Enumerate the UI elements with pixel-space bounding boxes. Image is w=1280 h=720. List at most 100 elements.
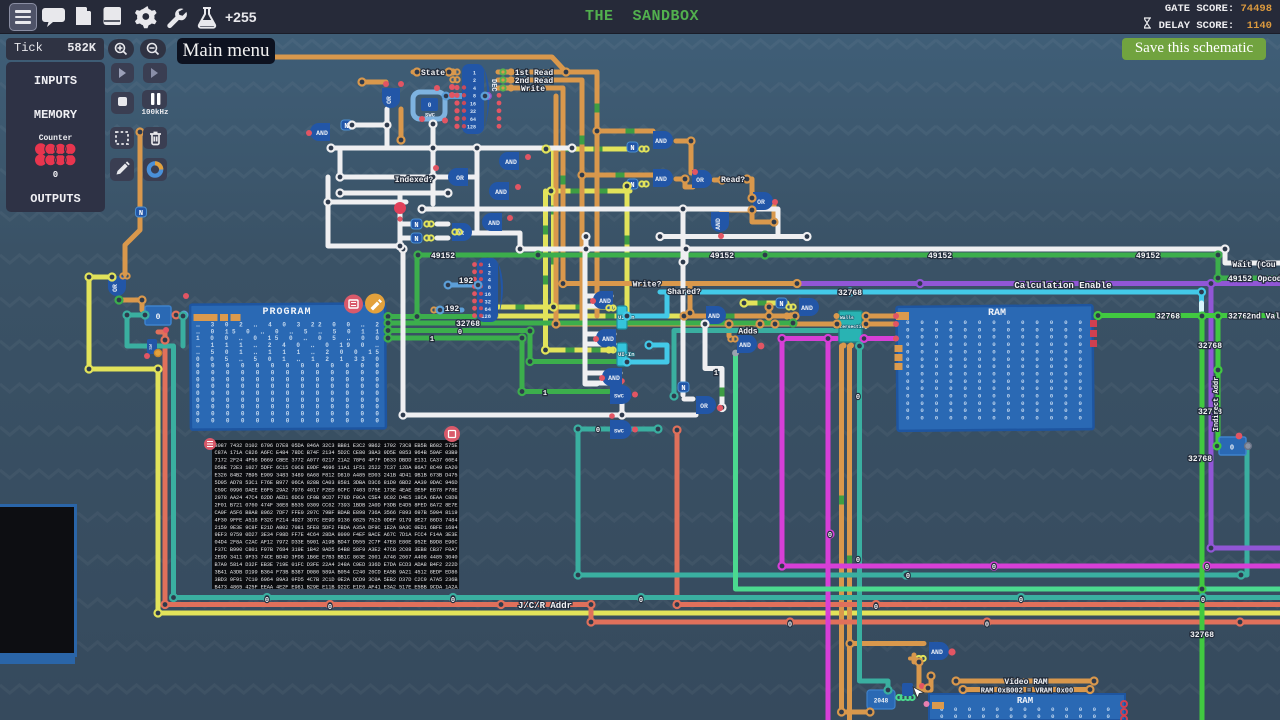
svg-text:Read?: Read?: [721, 176, 745, 185]
svg-text:Shared?: Shared?: [667, 288, 701, 297]
svg-text:192: 192: [445, 305, 460, 314]
svg-text:AND: AND: [488, 220, 500, 227]
svg-text:OR: OR: [696, 177, 704, 184]
svg-text:OR: OR: [700, 403, 708, 410]
svg-text:0: 0: [874, 604, 878, 612]
svg-text:16: 16: [485, 292, 491, 298]
svg-text:1: 1: [473, 70, 476, 76]
svg-text:AND: AND: [708, 313, 720, 320]
svg-text:2: 2: [473, 78, 476, 84]
svg-text:49152: 49152: [928, 252, 952, 261]
svg-text:1: 1: [488, 263, 491, 269]
svg-text:C59C 0996 DAEE E6F5 29A2 7976: C59C 0996 DAEE E6F5 29A2 7976 4017 F2ED …: [215, 488, 458, 494]
svg-text:OR: OR: [757, 199, 765, 206]
svg-text:OR: OR: [112, 284, 119, 292]
svg-text:8: 8: [473, 94, 476, 100]
svg-text:49152: 49152: [431, 252, 455, 261]
svg-text:8: 8: [488, 285, 491, 291]
svg-text:AND: AND: [739, 342, 751, 349]
svg-text:Opcode: Opcode: [1258, 275, 1280, 284]
svg-text:OR: OR: [386, 96, 393, 104]
svg-text:32768: 32768: [1198, 342, 1222, 351]
svg-text:RAM: RAM: [1017, 696, 1033, 706]
svg-text:N: N: [139, 210, 143, 218]
svg-text:Indirect Addr: Indirect Addr: [1213, 377, 1221, 432]
svg-text:AND: AND: [505, 159, 517, 166]
svg-text:0: 0: [828, 532, 832, 540]
svg-text:Write: Write: [521, 85, 545, 94]
svg-text:2978 AA24 47C4 62DD AED1 6DC0: 2978 AA24 47C4 62DD AED1 6DC0 CF0B 9CD7 …: [215, 495, 458, 501]
svg-text:Write?: Write?: [633, 281, 662, 290]
svg-text:E326 84B2 7B95 E909 3483 3489: E326 84B2 7B95 E909 3483 3489 6A68 F812 …: [215, 473, 458, 479]
svg-text:32768: 32768: [1156, 313, 1180, 322]
svg-text:AND: AND: [608, 375, 620, 382]
svg-text:AND: AND: [599, 298, 611, 305]
svg-text:State: State: [421, 69, 445, 78]
svg-text:2F01 B721 0760 474F 36E8 B535: 2F01 B721 0760 474F 36E8 B535 9309 CC62 …: [215, 502, 458, 508]
svg-text:0: 0: [992, 564, 996, 572]
svg-text:49152: 49152: [1136, 252, 1160, 261]
svg-text:1: 1: [543, 390, 547, 398]
svg-text:0: 0: [1230, 445, 1234, 453]
svg-text:0: 0: [985, 622, 989, 630]
svg-text:C87A 171A C826 A6FC E484 78DC: C87A 171A C826 A6FC E484 78DC B74F 2134 …: [215, 450, 458, 456]
svg-text:AND: AND: [316, 130, 328, 137]
svg-text:0: 0: [639, 597, 643, 605]
svg-text:B7A0 5814 D32F EB3E 719E 01FC: B7A0 5814 D32F EB3E 719E 01FC D3FE 22A4 …: [215, 562, 458, 568]
svg-text:AND: AND: [801, 305, 813, 312]
svg-text:Indexed?: Indexed?: [395, 176, 434, 185]
svg-text:0: 0: [265, 597, 269, 605]
svg-text:B473 4865 425F EEAA 4E2F E981: B473 4865 425F EEAA 4E2F E981 B29E E11B …: [215, 584, 459, 590]
svg-text:4F30 9FFE A518 F32C F214 4927: 4F30 9FFE A518 F32C F214 4927 3D7C EE9D …: [215, 517, 458, 523]
svg-text:16: 16: [470, 101, 476, 107]
svg-text:0: 0: [451, 597, 455, 605]
svg-text:0: 0: [788, 622, 792, 630]
svg-text:SWC: SWC: [614, 428, 625, 435]
svg-text:49152: 49152: [710, 252, 734, 261]
svg-text:Adds: Adds: [738, 328, 757, 337]
svg-text:0: 0: [458, 329, 462, 337]
svg-text:0: 0: [596, 427, 600, 435]
svg-text:UI-In: UI-In: [618, 351, 635, 358]
svg-text:0: 0: [1201, 597, 1205, 605]
svg-text:SWC: SWC: [614, 393, 625, 400]
svg-text:0: 0: [856, 394, 860, 402]
svg-text:192: 192: [459, 277, 474, 286]
svg-text:N: N: [630, 145, 634, 153]
svg-text:RAM 0xB002 = VRAM 0x00: RAM 0xB002 = VRAM 0x00: [981, 688, 1073, 696]
svg-text:N: N: [414, 236, 418, 244]
svg-text:128: 128: [467, 125, 476, 131]
svg-text:32768: 32768: [1188, 455, 1212, 464]
svg-text:3087 7432 D102 6706 D7E8 05DA: 3087 7432 D102 6706 D7E8 05DA 846A 32C3 …: [215, 443, 458, 449]
svg-text:AND: AND: [715, 218, 722, 230]
svg-text:9EF3 0759 0D27 3E34 F98D FF7E: 9EF3 0759 0D27 3E34 F98D FF7E 4C64 28DA …: [215, 532, 458, 538]
svg-text:3B41 A3DB D199 B364 F73B B387: 3B41 A3DB D199 B364 F73B B387 D080 589A …: [215, 570, 458, 576]
svg-text:0: 0: [856, 557, 860, 565]
svg-text:5D05 AD78 53C1 F76E B977 06CA: 5D05 AD78 53C1 F76E B977 06CA 828B CA03 …: [215, 480, 458, 486]
svg-text:04D4 2F8A C2AC AF12 7972 D33E: 04D4 2F8A C2AC AF12 7972 D33E 5901 A19B …: [215, 540, 458, 546]
svg-text:3BD3 9F91 7C10 6964 89A3 0FD5: 3BD3 9F91 7C10 6964 89A3 0FD5 4C7B 2C1D …: [215, 577, 458, 583]
svg-text:2nd Value: 2nd Value: [1246, 313, 1280, 322]
svg-text:1: 1: [714, 370, 718, 378]
svg-text:0: 0: [428, 102, 432, 109]
svg-text:+255: +255: [225, 9, 257, 25]
svg-text:Video RAM: Video RAM: [1004, 678, 1047, 687]
svg-text:N: N: [681, 385, 685, 393]
svg-text:64: 64: [485, 307, 492, 313]
svg-text:Walls: Walls: [840, 315, 854, 321]
svg-text:32: 32: [470, 109, 476, 115]
svg-text:7172 2F24 4F58 D669 CBEE 3772: 7172 2F24 4F58 D669 CBEE 3772 A077 0217 …: [215, 458, 458, 464]
svg-text:0: 0: [1205, 564, 1209, 572]
svg-text:2: 2: [488, 270, 491, 276]
svg-text:32768: 32768: [838, 289, 862, 298]
svg-text:N: N: [414, 222, 418, 230]
svg-text:SWC: SWC: [425, 112, 436, 119]
svg-text:PROGRAM: PROGRAM: [262, 307, 311, 318]
svg-text:Wait (Cou: Wait (Cou: [1232, 261, 1275, 270]
svg-text:AND: AND: [495, 189, 507, 196]
svg-text:N: N: [779, 301, 783, 309]
svg-text:AND: AND: [655, 176, 667, 183]
svg-text:32: 32: [485, 300, 491, 306]
svg-text:2159 9E3E 9C8F E21D A802 7081: 2159 9E3E 9C8F E21D A802 7081 5FE8 5DF2 …: [215, 525, 458, 531]
svg-text:AND: AND: [602, 336, 614, 343]
